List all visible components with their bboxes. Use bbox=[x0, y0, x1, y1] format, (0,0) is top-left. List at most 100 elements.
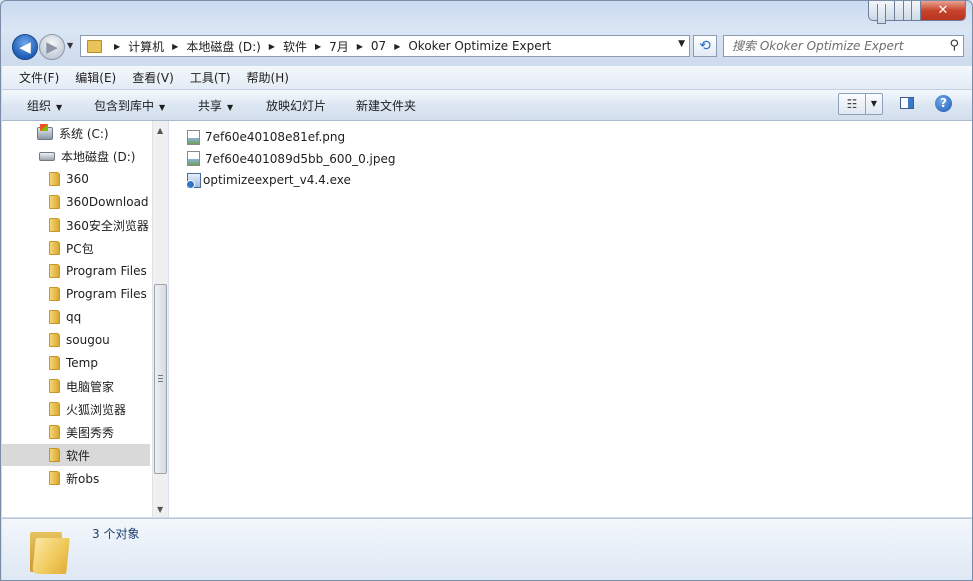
tree-item[interactable]: 360安全浏览器 bbox=[2, 214, 150, 236]
tree-item[interactable]: 系统 (C:) bbox=[2, 122, 150, 144]
address-bar[interactable]: ▶ 计算机 ▶ 本地磁盘 (D:) ▶ 软件 ▶ 7月 ▶ 07 ▶ Okoker Optimize … bbox=[80, 35, 690, 57]
menu-item[interactable]: 工具(T) bbox=[182, 69, 239, 86]
refresh-button[interactable]: ⟲ bbox=[693, 35, 717, 57]
window-controls: ✕ bbox=[868, 1, 966, 24]
breadcrumb-separator-icon[interactable]: ▶ bbox=[315, 42, 321, 51]
tree-item[interactable]: PC包 bbox=[2, 237, 150, 259]
tree-item-label: 系统 (C:) bbox=[59, 126, 109, 141]
preview-pane-icon[interactable] bbox=[900, 97, 914, 109]
grip-icon bbox=[158, 375, 163, 382]
breadcrumb: ▶ 计算机 ▶ 本地磁盘 (D:) ▶ 软件 ▶ 7月 ▶ 07 ▶ Okoker Optimize … bbox=[106, 38, 551, 55]
tree-item-label: 电脑管家 bbox=[66, 379, 115, 394]
search-input[interactable] bbox=[732, 37, 937, 55]
menu-item[interactable]: 查看(V) bbox=[124, 69, 182, 86]
tree-item[interactable]: 本地磁盘 (D:) bbox=[2, 145, 150, 167]
nav-scrollbar[interactable]: ▲ ▼ bbox=[152, 121, 168, 517]
folder-icon bbox=[49, 333, 60, 347]
tree-item[interactable]: 电脑管家 bbox=[2, 375, 150, 397]
breadcrumb-item[interactable]: 7月 bbox=[329, 38, 349, 55]
folder-icon bbox=[49, 402, 60, 416]
navigation-pane: 系统 (C:) 本地磁盘 (D:) 360 360Download 360安全浏览器 PC… bbox=[2, 121, 169, 517]
breadcrumb-separator-icon[interactable]: ▶ bbox=[114, 42, 120, 51]
tree-item[interactable]: 360 bbox=[2, 168, 150, 190]
file-name: optimizeexpert_v4.4.exe bbox=[203, 173, 351, 187]
tree-item-label: PC包 bbox=[66, 241, 94, 256]
folder-icon bbox=[49, 287, 60, 301]
tree-item[interactable]: 美图秀秀 bbox=[2, 421, 150, 443]
system-drive-icon bbox=[37, 123, 53, 140]
breadcrumb-item[interactable]: 软件 bbox=[283, 38, 307, 55]
folder-icon bbox=[49, 471, 60, 485]
maximize-button[interactable] bbox=[895, 1, 921, 21]
forward-arrow-icon: ▶ bbox=[46, 38, 58, 56]
menu-item[interactable]: 帮助(H) bbox=[239, 69, 297, 86]
organize-button[interactable]: 组织 ▼ bbox=[27, 97, 62, 114]
tree-item-label: 新obs bbox=[66, 471, 100, 486]
tree-item[interactable]: qq bbox=[2, 306, 150, 328]
tree-item[interactable]: 新obs bbox=[2, 467, 150, 489]
menu-bar: 文件(F) 编辑(E) 查看(V) 工具(T) 帮助(H) bbox=[2, 66, 972, 90]
view-list-icon[interactable]: ☷ bbox=[839, 94, 866, 114]
recent-pages-dropdown[interactable]: ▼ bbox=[67, 41, 73, 50]
tree-item[interactable]: 软件 bbox=[2, 444, 150, 466]
file-item[interactable]: 7ef60e401089d5bb_600_0.jpeg bbox=[187, 149, 396, 169]
tree-item[interactable]: Temp bbox=[2, 352, 150, 374]
file-item[interactable]: 7ef60e40108e81ef.png bbox=[187, 127, 345, 147]
close-button[interactable]: ✕ bbox=[921, 1, 966, 21]
include-in-library-button[interactable]: 包含到库中 ▼ bbox=[94, 97, 165, 114]
folder-icon bbox=[49, 264, 60, 278]
help-icon[interactable]: ? bbox=[935, 95, 952, 112]
tree-item[interactable]: 360Download bbox=[2, 191, 150, 213]
change-view-button[interactable]: ☷ ▼ bbox=[838, 93, 883, 115]
search-icon[interactable]: ⚲ bbox=[949, 38, 959, 53]
tree-item[interactable]: 火狐浏览器 bbox=[2, 398, 150, 420]
menu-item[interactable]: 编辑(E) bbox=[67, 69, 124, 86]
forward-button[interactable]: ▶ bbox=[39, 34, 65, 60]
folder-icon bbox=[49, 448, 60, 462]
back-arrow-icon: ◀ bbox=[19, 38, 31, 56]
tree-item[interactable]: sougou bbox=[2, 329, 150, 351]
installer-icon bbox=[186, 172, 201, 189]
tree-item[interactable]: Program Files bbox=[2, 283, 150, 305]
folder-icon bbox=[49, 195, 60, 209]
breadcrumb-separator-icon[interactable]: ▶ bbox=[172, 42, 178, 51]
organize-label: 组织 bbox=[27, 99, 52, 113]
share-button[interactable]: 共享 ▼ bbox=[198, 97, 233, 114]
scroll-up-icon[interactable]: ▲ bbox=[157, 126, 163, 135]
chevron-down-icon: ▼ bbox=[56, 103, 63, 112]
file-item[interactable]: optimizeexpert_v4.4.exe bbox=[186, 170, 351, 190]
tree-item[interactable]: Program Files bbox=[2, 260, 150, 282]
tree-item-label: 360Download bbox=[66, 195, 149, 209]
tree-item-label: sougou bbox=[66, 333, 110, 347]
folder-icon bbox=[30, 524, 70, 574]
command-bar: 组织 ▼ 包含到库中 ▼ 共享 ▼ 放映幻灯片 新建文件夹 ☷ ▼ ? bbox=[2, 90, 972, 121]
chevron-down-icon[interactable]: ▼ bbox=[866, 94, 882, 114]
menu-item[interactable]: 文件(F) bbox=[2, 69, 67, 86]
scroll-thumb[interactable] bbox=[154, 284, 167, 474]
scroll-down-icon[interactable]: ▼ bbox=[157, 505, 163, 514]
breadcrumb-separator-icon[interactable]: ▶ bbox=[394, 42, 400, 51]
back-button[interactable]: ◀ bbox=[12, 34, 38, 60]
folder-icon bbox=[49, 425, 60, 439]
minimize-button[interactable] bbox=[868, 1, 895, 24]
chevron-down-icon: ▼ bbox=[159, 103, 166, 112]
breadcrumb-separator-icon[interactable]: ▶ bbox=[269, 42, 275, 51]
slideshow-button[interactable]: 放映幻灯片 bbox=[266, 97, 326, 114]
item-count: 3 个对象 bbox=[92, 527, 140, 541]
image-file-icon bbox=[187, 151, 200, 166]
breadcrumb-item[interactable]: 07 bbox=[371, 39, 386, 53]
folder-icon bbox=[49, 356, 60, 370]
details-pane: 3 个对象 bbox=[2, 518, 972, 580]
file-name: 7ef60e401089d5bb_600_0.jpeg bbox=[205, 151, 396, 166]
folder-icon bbox=[49, 379, 60, 393]
breadcrumb-item[interactable]: Okoker Optimize Expert bbox=[408, 39, 551, 53]
breadcrumb-item[interactable]: 计算机 bbox=[128, 38, 164, 55]
breadcrumb-item[interactable]: 本地磁盘 (D:) bbox=[186, 38, 260, 55]
chevron-down-icon[interactable]: ▼ bbox=[678, 39, 685, 49]
tree-item-label: 美图秀秀 bbox=[66, 425, 115, 440]
new-folder-button[interactable]: 新建文件夹 bbox=[356, 97, 416, 114]
minimize-icon bbox=[877, 3, 886, 24]
search-box[interactable]: ⚲ bbox=[723, 35, 964, 57]
maximize-icon bbox=[903, 1, 912, 21]
breadcrumb-separator-icon[interactable]: ▶ bbox=[357, 42, 363, 51]
